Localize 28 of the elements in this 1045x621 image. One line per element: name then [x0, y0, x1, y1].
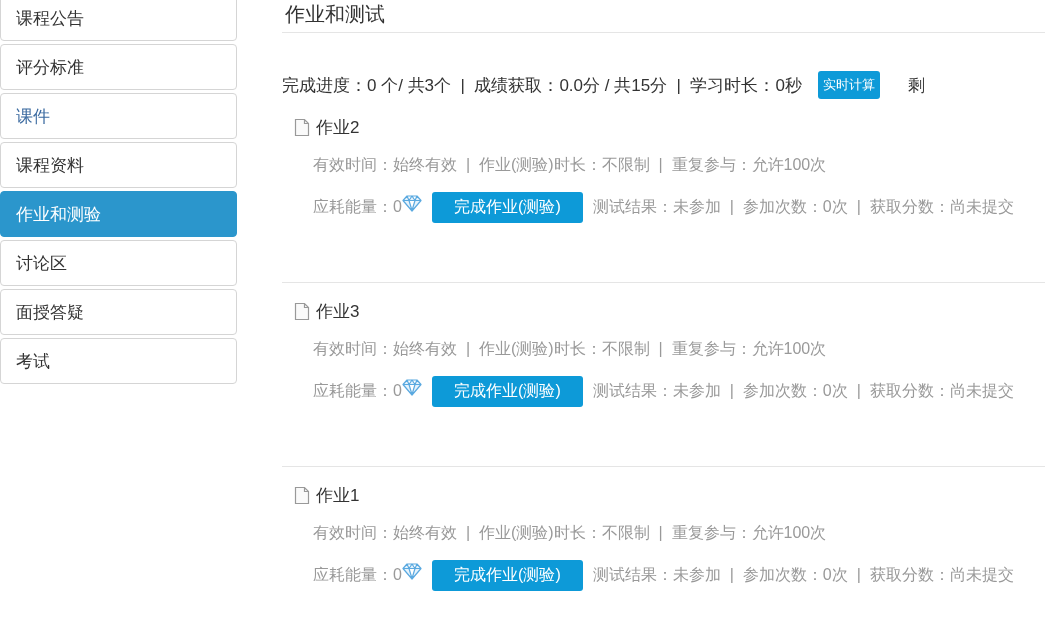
document-icon	[294, 118, 310, 137]
document-icon	[294, 486, 310, 505]
assignment-title[interactable]: 作业2	[316, 116, 360, 139]
sidebar-item[interactable]: 面授答疑	[0, 289, 237, 335]
assignment-title[interactable]: 作业1	[316, 484, 360, 507]
result-text: 测试结果：未参加 | 参加次数：0次 | 获取分数：尚未提交	[592, 197, 1014, 217]
assignment-info: 有效时间：始终有效 | 作业(测验)时长：不限制 | 重复参与：允许100次	[313, 339, 828, 359]
sidebar-item[interactable]: 评分标准	[0, 44, 237, 90]
result-text: 测试结果：未参加 | 参加次数：0次 | 获取分数：尚未提交	[592, 381, 1014, 401]
page-title: 作业和测试	[282, 0, 1045, 33]
diamond-icon	[401, 379, 422, 396]
energy-label: 应耗能量：0	[313, 197, 402, 217]
sidebar-item[interactable]: 课件	[0, 93, 237, 139]
sidebar-item[interactable]: 课程公告	[0, 0, 237, 41]
diamond-icon	[401, 195, 422, 212]
remaining-label: 剩	[907, 74, 925, 97]
result-text: 测试结果：未参加 | 参加次数：0次 | 获取分数：尚未提交	[592, 565, 1014, 585]
assignment-info: 有效时间：始终有效 | 作业(测验)时长：不限制 | 重复参与：允许100次	[313, 155, 828, 175]
sidebar-item[interactable]: 讨论区	[0, 240, 237, 286]
energy-label: 应耗能量：0	[313, 565, 402, 585]
sidebar-item[interactable]: 课程资料	[0, 142, 237, 188]
document-icon	[294, 302, 310, 321]
progress-summary: 完成进度：0 个/ 共3个 | 成绩获取：0.0分 / 共15分 | 学习时长：0秒	[282, 74, 802, 97]
energy-label: 应耗能量：0	[313, 381, 402, 401]
assignment-info: 有效时间：始终有效 | 作业(测验)时长：不限制 | 重复参与：允许100次	[313, 523, 828, 543]
diamond-icon	[401, 563, 422, 580]
assignment-title[interactable]: 作业3	[316, 300, 360, 323]
sidebar-item[interactable]: 考试	[0, 338, 237, 384]
